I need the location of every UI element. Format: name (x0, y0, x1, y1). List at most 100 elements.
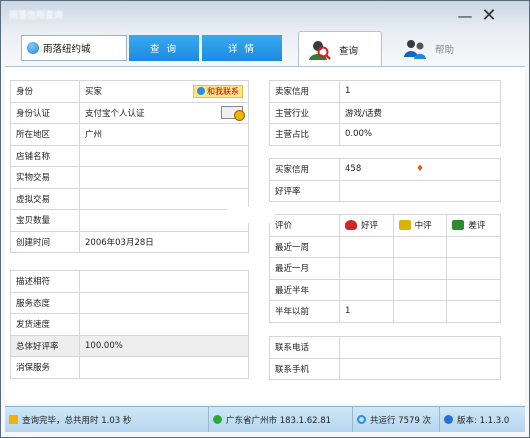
created-label: 创建时间 (10, 230, 80, 253)
before-half-year-label: 半年以前 (269, 300, 340, 323)
table-row: 主营占比 0.00% (269, 123, 501, 146)
verification-label: 身份认证 (10, 101, 80, 124)
diamond-icon: ♦ (415, 164, 425, 175)
last-month-label: 最近一月 (269, 257, 340, 280)
before-half-year-bad (446, 300, 501, 323)
last-half-year-neutral (392, 278, 448, 301)
neutral-label: 中评 (414, 221, 432, 232)
before-half-year-neutral (392, 300, 448, 323)
warning-icon (9, 415, 18, 424)
region-label: 所在地区 (10, 123, 80, 146)
table-row: 虚拟交易 (10, 187, 249, 210)
seller-credit-table: 卖家信用 1 主营行业 游戏/话费 主营占比 0.00% (269, 80, 501, 146)
virtual-trades-value (79, 187, 249, 210)
virtual-trades-label: 虚拟交易 (10, 187, 80, 210)
refresh-icon (357, 415, 366, 424)
status-runs-text: 共运行 7579 次 (370, 415, 432, 426)
table-row: 最近半年 (269, 278, 501, 301)
table-row: 创建时间 2006年03月28日 (10, 230, 249, 253)
buyer-credit-table: 买家信用 458 ♦ 好评率 (269, 158, 501, 202)
table-row: 描述相符 (10, 270, 249, 293)
main-share-label: 主营占比 (269, 123, 340, 146)
basic-info-table: 身份 买家 和我联系 身份认证 支付宝个人认证 所在地区 广州 店铺名称 实物交… (10, 80, 249, 253)
table-row: 店铺名称 (10, 144, 249, 167)
good-header: 好评 (339, 214, 394, 237)
shipping-speed-label: 发货速度 (10, 313, 80, 336)
panel-gap (227, 207, 275, 223)
physical-trades-label: 实物交易 (10, 166, 80, 189)
app-window: 雨落信用查询 — ✕ 雨落纽约城 查 询 详 情 查询 帮助 身份 买家 和我联… (0, 0, 530, 438)
consumer-protection-label: 消保服务 (10, 356, 80, 379)
last-week-label: 最近一周 (269, 235, 340, 258)
shop-name-cell (79, 144, 249, 167)
table-row: 实物交易 (10, 166, 249, 189)
tab-query-label: 查询 (339, 46, 359, 57)
status-query-text: 查询完毕，总共用时 1.03 秒 (22, 415, 132, 426)
shop-name-value: 雨落纽约城 (43, 44, 91, 55)
certificate-icon (221, 106, 245, 122)
table-row: 联系手机 (269, 357, 501, 380)
description-match-label: 描述相符 (10, 270, 80, 293)
status-runs: 共运行 7579 次 (353, 407, 440, 432)
shop-globe-icon (27, 42, 39, 54)
table-row: 买家信用 458 ♦ (269, 158, 501, 181)
minimize-button[interactable]: — (455, 7, 475, 25)
evaluation-header: 评价 (269, 214, 340, 237)
last-month-neutral (392, 257, 448, 280)
main-industry-label: 主营行业 (269, 101, 340, 124)
last-month-bad (446, 257, 501, 280)
status-version: 版本: 1.1.3.0 (440, 407, 525, 432)
bad-label: 差评 (468, 221, 486, 232)
service-attitude-value (79, 291, 249, 314)
query-button[interactable]: 查 询 (129, 35, 199, 61)
mobile-value (339, 357, 501, 380)
item-count-value (79, 209, 249, 232)
neutral-rating-icon (398, 220, 411, 231)
bad-header: 差评 (446, 214, 501, 237)
status-location: 广东省广州市 183.1.62.81 (209, 407, 353, 432)
top-toolbar: 雨落纽约城 查 询 详 情 查询 帮助 (1, 29, 529, 68)
bad-rating-icon (452, 220, 465, 231)
last-month-good (339, 257, 394, 280)
table-row: 卖家信用 1 (269, 80, 501, 103)
evaluation-table: 评价 好评 中评 差评 最近一周 最近一月 最近半年 半年以前 1 (269, 214, 501, 323)
tab-query[interactable]: 查询 (298, 31, 382, 68)
query-panel: 身份 买家 和我联系 身份认证 支付宝个人认证 所在地区 广州 店铺名称 实物交… (5, 66, 525, 404)
service-attitude-label: 服务态度 (10, 291, 80, 314)
wangwang-icon (197, 87, 205, 96)
title-bar[interactable]: 雨落信用查询 — ✕ (1, 1, 529, 29)
status-bar: 查询完毕，总共用时 1.03 秒 广东省广州市 183.1.62.81 共运行 … (5, 406, 525, 432)
identity-cell: 买家 和我联系 (79, 80, 249, 103)
phone-value (339, 336, 501, 359)
close-button[interactable]: ✕ (479, 7, 499, 25)
flower-icon (345, 220, 357, 231)
table-row: 消保服务 (10, 356, 249, 379)
last-week-bad (446, 235, 501, 258)
before-half-year-good: 1 (339, 300, 394, 323)
last-week-good (339, 235, 394, 258)
created-value: 2006年03月28日 (79, 230, 249, 253)
seller-credit-label: 卖家信用 (269, 80, 340, 103)
overall-positive-value: 100.00% (79, 334, 249, 357)
last-half-year-good (339, 278, 394, 301)
main-industry-value: 游戏/话费 (339, 101, 501, 124)
positive-rate-value (339, 179, 501, 202)
table-header-row: 评价 好评 中评 差评 (269, 214, 501, 237)
last-half-year-bad (446, 278, 501, 301)
phone-label: 联系电话 (269, 336, 340, 359)
table-row: 服务态度 (10, 291, 249, 314)
physical-trades-value (79, 166, 249, 189)
magnifier-person-icon (309, 41, 331, 60)
table-row: 所在地区 广州 (10, 123, 249, 146)
check-icon (213, 415, 222, 424)
status-query: 查询完毕，总共用时 1.03 秒 (5, 407, 209, 432)
detail-button[interactable]: 详 情 (202, 35, 282, 61)
mobile-label: 联系手机 (269, 357, 340, 380)
tab-help[interactable]: 帮助 (395, 31, 465, 67)
identity-label: 身份 (10, 80, 80, 103)
contact-me-button[interactable]: 和我联系 (193, 84, 243, 98)
last-half-year-label: 最近半年 (269, 278, 340, 301)
contact-me-label: 和我联系 (207, 86, 239, 96)
shop-name-input[interactable]: 雨落纽约城 (21, 35, 127, 61)
verification-cell: 支付宝个人认证 (79, 101, 249, 124)
